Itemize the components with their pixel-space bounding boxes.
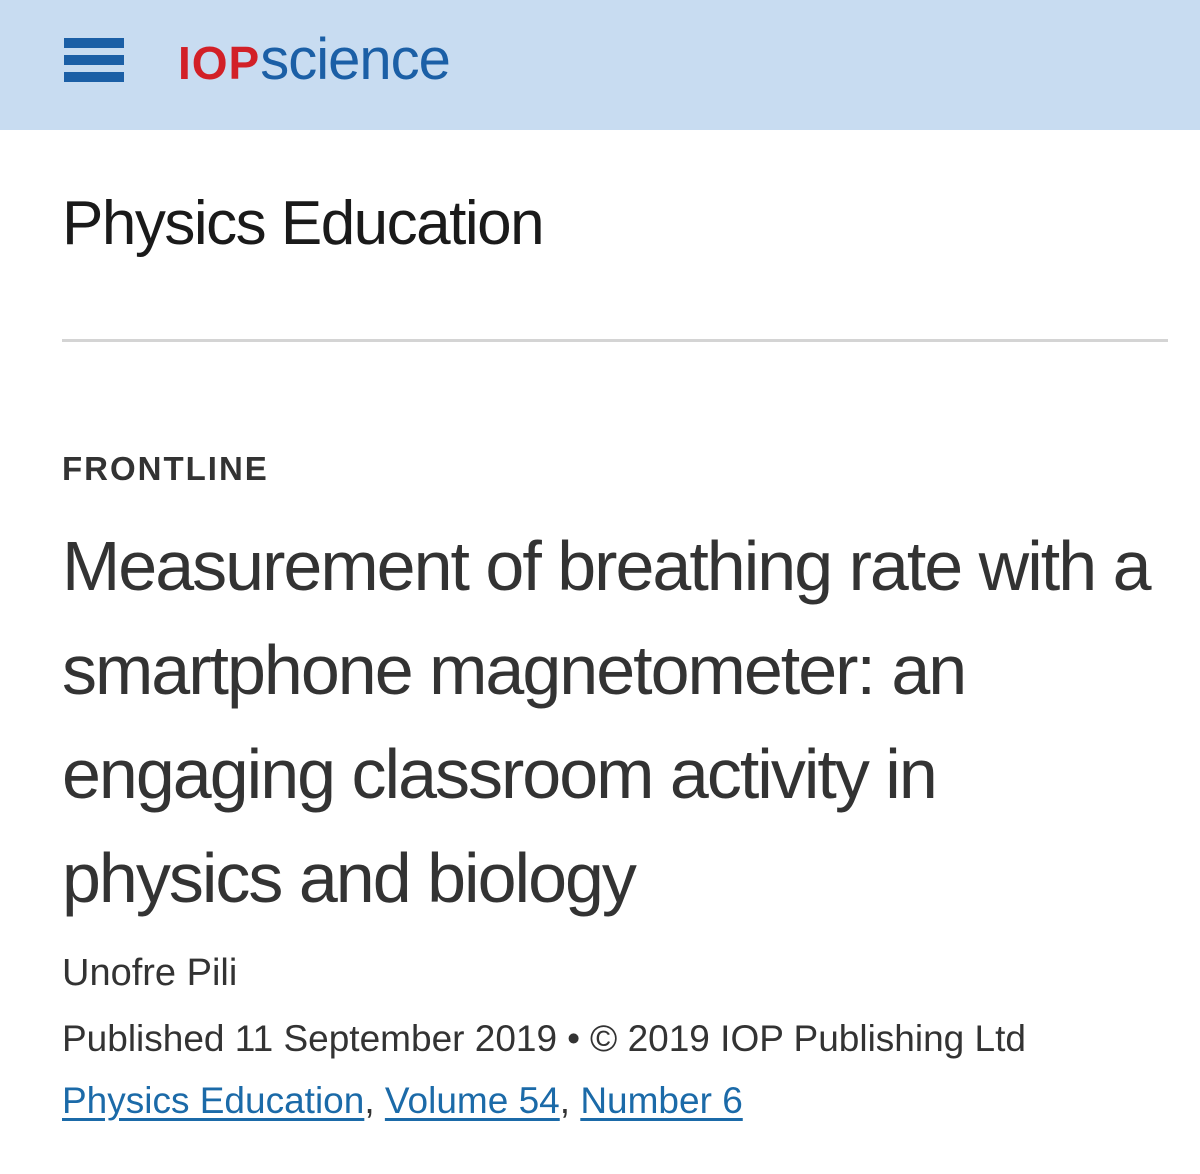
publication-info: Published 11 September 2019 • © 2019 IOP P… [62,1018,1026,1060]
copyright-notice: © 2019 IOP Publishing Ltd [590,1018,1026,1059]
hamburger-menu-icon[interactable] [64,38,124,82]
logo-iop-text: IOP [178,37,261,89]
bullet-separator: • [567,1018,581,1059]
volume-link[interactable]: Volume 54 [385,1080,560,1121]
article-title: Measurement of breathing rate with a sma… [62,527,1152,917]
journal-title: Physics Education [62,189,545,258]
published-date: Published 11 September 2019 [62,1018,558,1059]
article-section-label: FRONTLINE [62,450,269,487]
menu-bar-line [64,55,124,65]
citation-separator: , [559,1080,571,1121]
menu-bar-line [64,38,124,48]
citation-separator: , [364,1080,375,1121]
article-author: Unofre Pili [62,952,238,994]
divider [62,339,1168,342]
logo-science-text: science [260,27,451,92]
journal-link[interactable]: Physics Education [62,1080,364,1121]
top-header-bar: IOP science [0,0,1200,130]
menu-bar-line [64,72,124,82]
iopscience-logo[interactable]: IOP science [178,26,451,92]
citation-links: Physics Education, Volume 54, Number 6 [62,1080,743,1122]
number-link[interactable]: Number 6 [580,1080,742,1121]
